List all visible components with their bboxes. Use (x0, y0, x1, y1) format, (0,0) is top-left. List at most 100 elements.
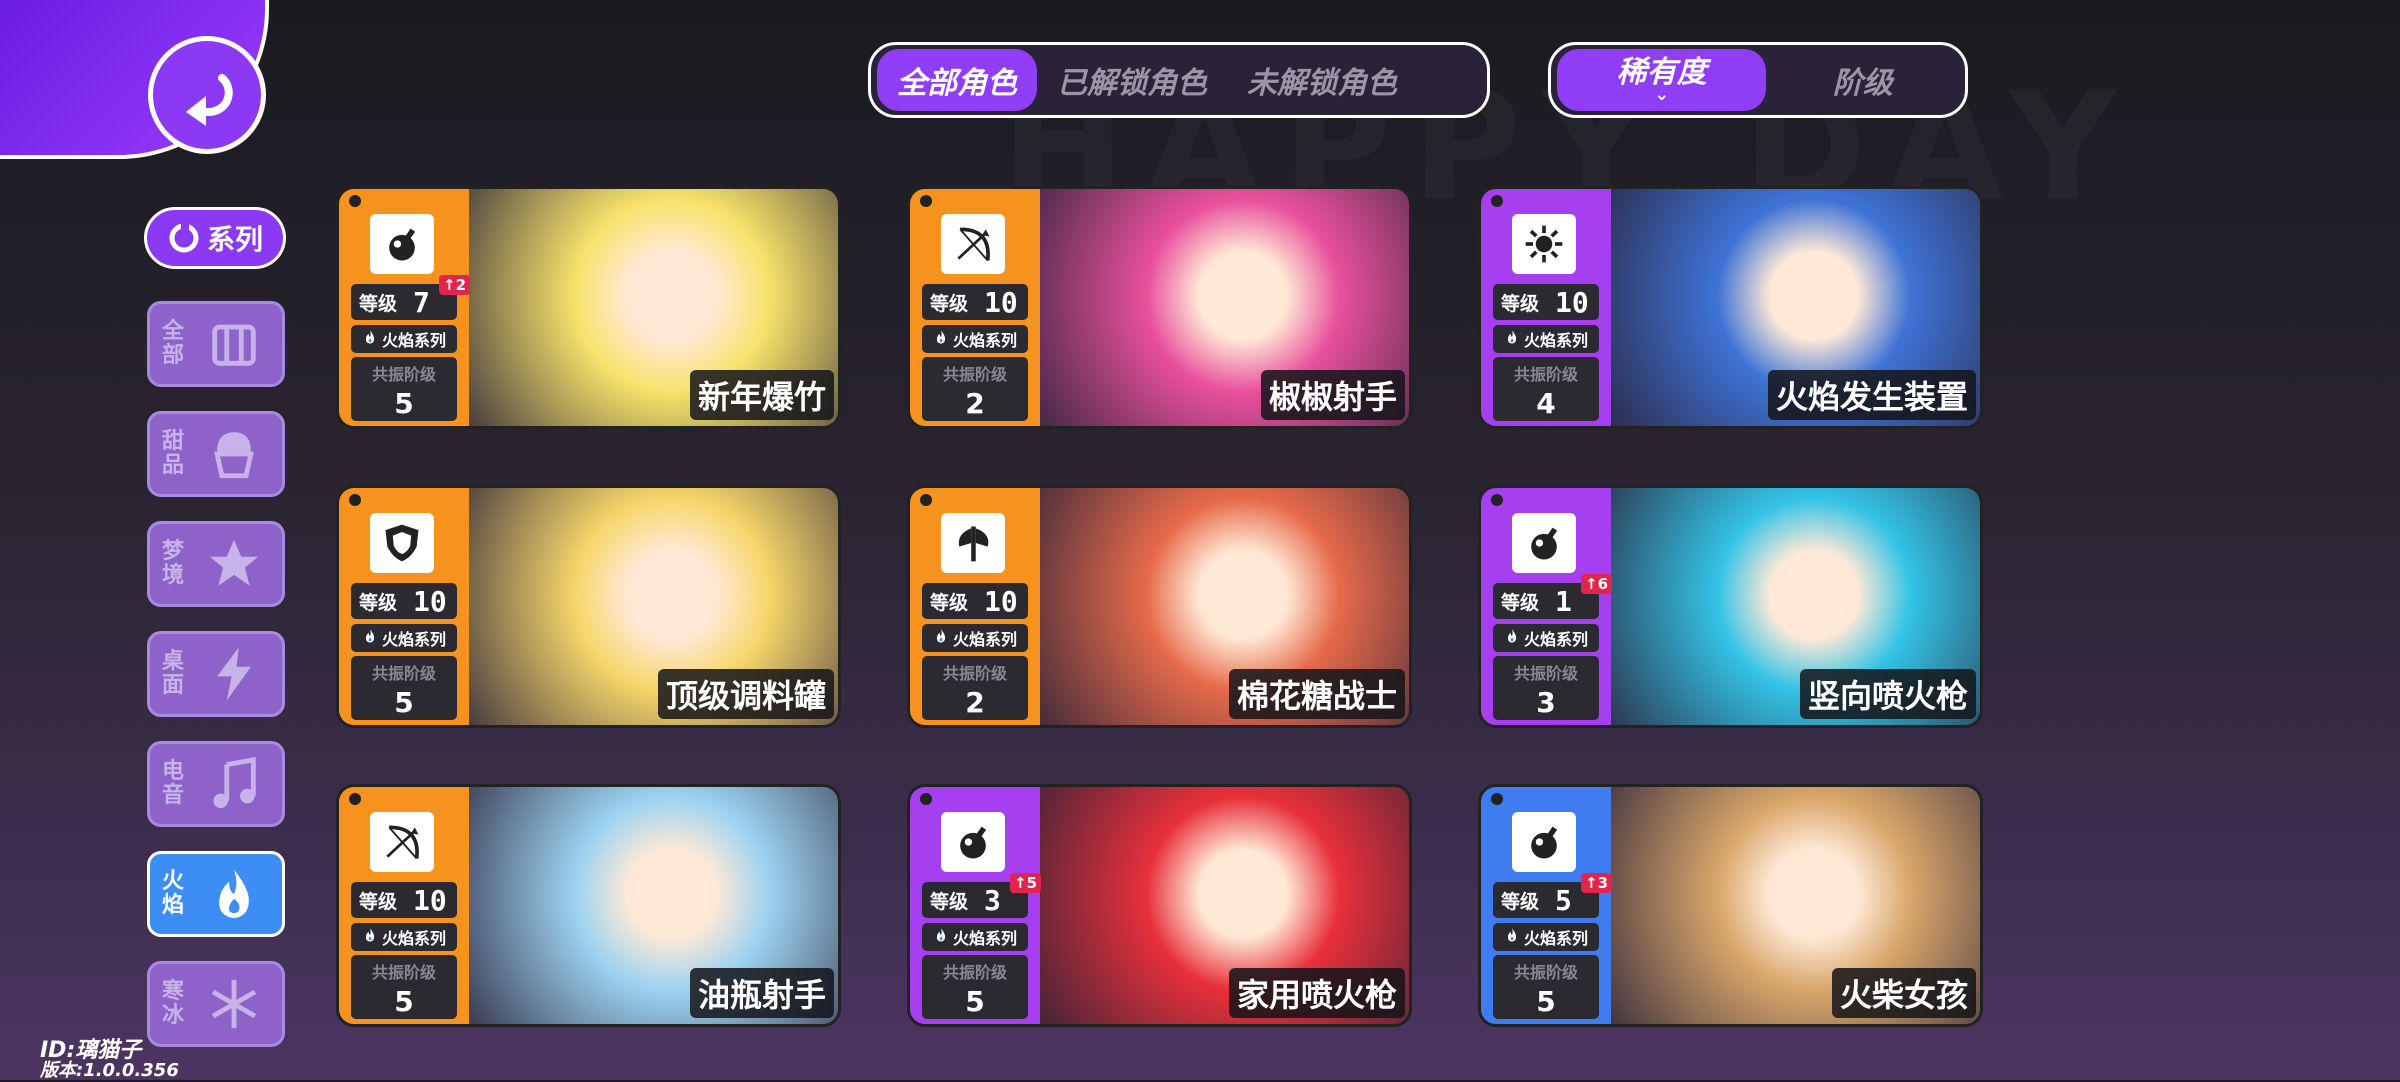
all-icon (186, 315, 282, 373)
level-up-badge: ↑5 (1010, 873, 1042, 893)
tab-unlocked-characters[interactable]: 已解锁角色 (1037, 49, 1227, 111)
sidebar-item-2[interactable]: 梦境 (147, 521, 285, 607)
bomb-icon (370, 214, 434, 274)
resonance-label: 共振阶级 (371, 664, 436, 683)
series-tag-label: 火焰系列 (381, 929, 446, 948)
resonance-box: 共振阶级 2 (922, 656, 1028, 720)
resonance-value: 5 (394, 387, 414, 420)
character-card[interactable]: 等级 3 ↑5 火焰系列 共振阶级 5 家用喷火枪 (907, 784, 1412, 1027)
flame-icon (933, 628, 949, 648)
series-button[interactable]: 系列 (144, 207, 286, 269)
resonance-box: 共振阶级 4 (1493, 357, 1599, 421)
sidebar-item-label: 甜品 (161, 429, 184, 478)
tab-locked-characters[interactable]: 未解锁角色 (1227, 49, 1417, 111)
level-value: 10 (984, 285, 1018, 319)
sun-icon (1512, 214, 1576, 274)
tab-all-characters[interactable]: 全部角色 (877, 49, 1037, 111)
resonance-label: 共振阶级 (942, 963, 1007, 982)
shield-icon (370, 513, 434, 573)
series-tag-label: 火焰系列 (952, 331, 1017, 350)
sidebar-item-label: 火焰 (161, 869, 184, 918)
sort-tier[interactable]: 阶级 (1766, 49, 1959, 111)
level-label: 等级 (930, 591, 969, 614)
chevron-down-icon: ⌄ (1654, 84, 1670, 105)
series-tag-label: 火焰系列 (952, 929, 1017, 948)
character-name: 顶级调料罐 (657, 669, 834, 719)
level-label: 等级 (1501, 591, 1540, 614)
flame-icon (186, 865, 282, 923)
level-label: 等级 (359, 591, 398, 614)
level-label: 等级 (359, 292, 398, 315)
resonance-label: 共振阶级 (371, 365, 436, 384)
level-label: 等级 (1501, 890, 1540, 913)
sidebar-item-label: 梦境 (161, 539, 184, 588)
series-label: 系列 (206, 223, 263, 256)
resonance-box: 共振阶级 5 (351, 656, 457, 720)
character-card[interactable]: 等级 1 ↑6 火焰系列 共振阶级 3 竖向喷火枪 (1478, 485, 1983, 728)
sidebar-item-1[interactable]: 甜品 (147, 411, 285, 497)
back-arrow-icon (186, 74, 233, 126)
series-tag: 火焰系列 (1493, 923, 1599, 951)
resonance-box: 共振阶级 5 (351, 955, 457, 1019)
resonance-box: 共振阶级 2 (922, 357, 1028, 421)
sidebar-item-label: 全部 (161, 319, 184, 368)
flame-icon (362, 329, 378, 349)
sidebar-item-6[interactable]: 寒冰 (147, 961, 285, 1047)
level-row: 等级 10 (922, 583, 1028, 619)
character-card[interactable]: 等级 7 ↑2 火焰系列 共振阶级 5 新年爆竹 (336, 186, 841, 429)
flame-icon (362, 927, 378, 947)
character-name: 新年爆竹 (689, 370, 834, 420)
level-up-badge: ↑6 (1581, 574, 1613, 594)
character-card[interactable]: 等级 10 火焰系列 共振阶级 5 油瓶射手 (336, 784, 841, 1027)
flame-icon (933, 927, 949, 947)
resonance-box: 共振阶级 5 (922, 955, 1028, 1019)
resonance-label: 共振阶级 (942, 365, 1007, 384)
character-card[interactable]: 等级 10 火焰系列 共振阶级 2 椒椒射手 (907, 186, 1412, 429)
flame-icon (933, 329, 949, 349)
resonance-value: 5 (394, 686, 414, 719)
resonance-label: 共振阶级 (1513, 963, 1578, 982)
rarity-dot (349, 793, 361, 805)
resonance-value: 3 (1536, 686, 1556, 719)
character-name: 火柴女孩 (1831, 968, 1976, 1018)
series-tag-label: 火焰系列 (1523, 331, 1588, 350)
character-card[interactable]: 等级 5 ↑3 火焰系列 共振阶级 5 火柴女孩 (1478, 784, 1983, 1027)
bomb-icon (1512, 513, 1576, 573)
character-card[interactable]: 等级 10 火焰系列 共振阶级 4 火焰发生装置 (1478, 186, 1983, 429)
level-label: 等级 (930, 890, 969, 913)
sidebar-item-0[interactable]: 全部 (147, 301, 285, 387)
rarity-dot (1491, 793, 1503, 805)
character-card[interactable]: 等级 10 火焰系列 共振阶级 5 顶级调料罐 (336, 485, 841, 728)
resonance-value: 5 (1536, 985, 1556, 1018)
snowflake-icon (186, 975, 282, 1033)
bow-icon (370, 812, 434, 872)
level-row: 等级 10 (351, 583, 457, 619)
bow-icon (941, 214, 1005, 274)
series-tag-label: 火焰系列 (381, 630, 446, 649)
sidebar-item-3[interactable]: 桌面 (147, 631, 285, 717)
rarity-dot (349, 195, 361, 207)
series-tag-label: 火焰系列 (1523, 929, 1588, 948)
character-filter-tabs: 全部角色 已解锁角色 未解锁角色 (868, 42, 1490, 118)
resonance-value: 5 (965, 985, 985, 1018)
series-tag-label: 火焰系列 (1523, 630, 1588, 649)
series-tag-label: 火焰系列 (381, 331, 446, 350)
level-value: 10 (413, 584, 447, 618)
resonance-value: 2 (965, 387, 985, 420)
series-tag: 火焰系列 (922, 325, 1028, 353)
flame-icon (362, 628, 378, 648)
level-value: 3 (984, 883, 1001, 917)
sidebar-item-4[interactable]: 电音 (147, 741, 285, 827)
character-card[interactable]: 等级 10 火焰系列 共振阶级 2 棉花糖战士 (907, 485, 1412, 728)
level-row: 等级 10 (1493, 284, 1599, 320)
sidebar-item-label: 桌面 (161, 649, 184, 698)
flame-icon (1504, 628, 1520, 648)
resonance-label: 共振阶级 (1513, 365, 1578, 384)
level-up-badge: ↑2 (439, 275, 471, 295)
series-tag: 火焰系列 (922, 624, 1028, 652)
sidebar-item-5[interactable]: 火焰 (147, 851, 285, 937)
back-button[interactable] (148, 36, 266, 154)
level-up-badge: ↑3 (1581, 873, 1613, 893)
sort-rarity[interactable]: 稀有度 ⌄ (1557, 49, 1767, 111)
series-tag: 火焰系列 (351, 624, 457, 652)
